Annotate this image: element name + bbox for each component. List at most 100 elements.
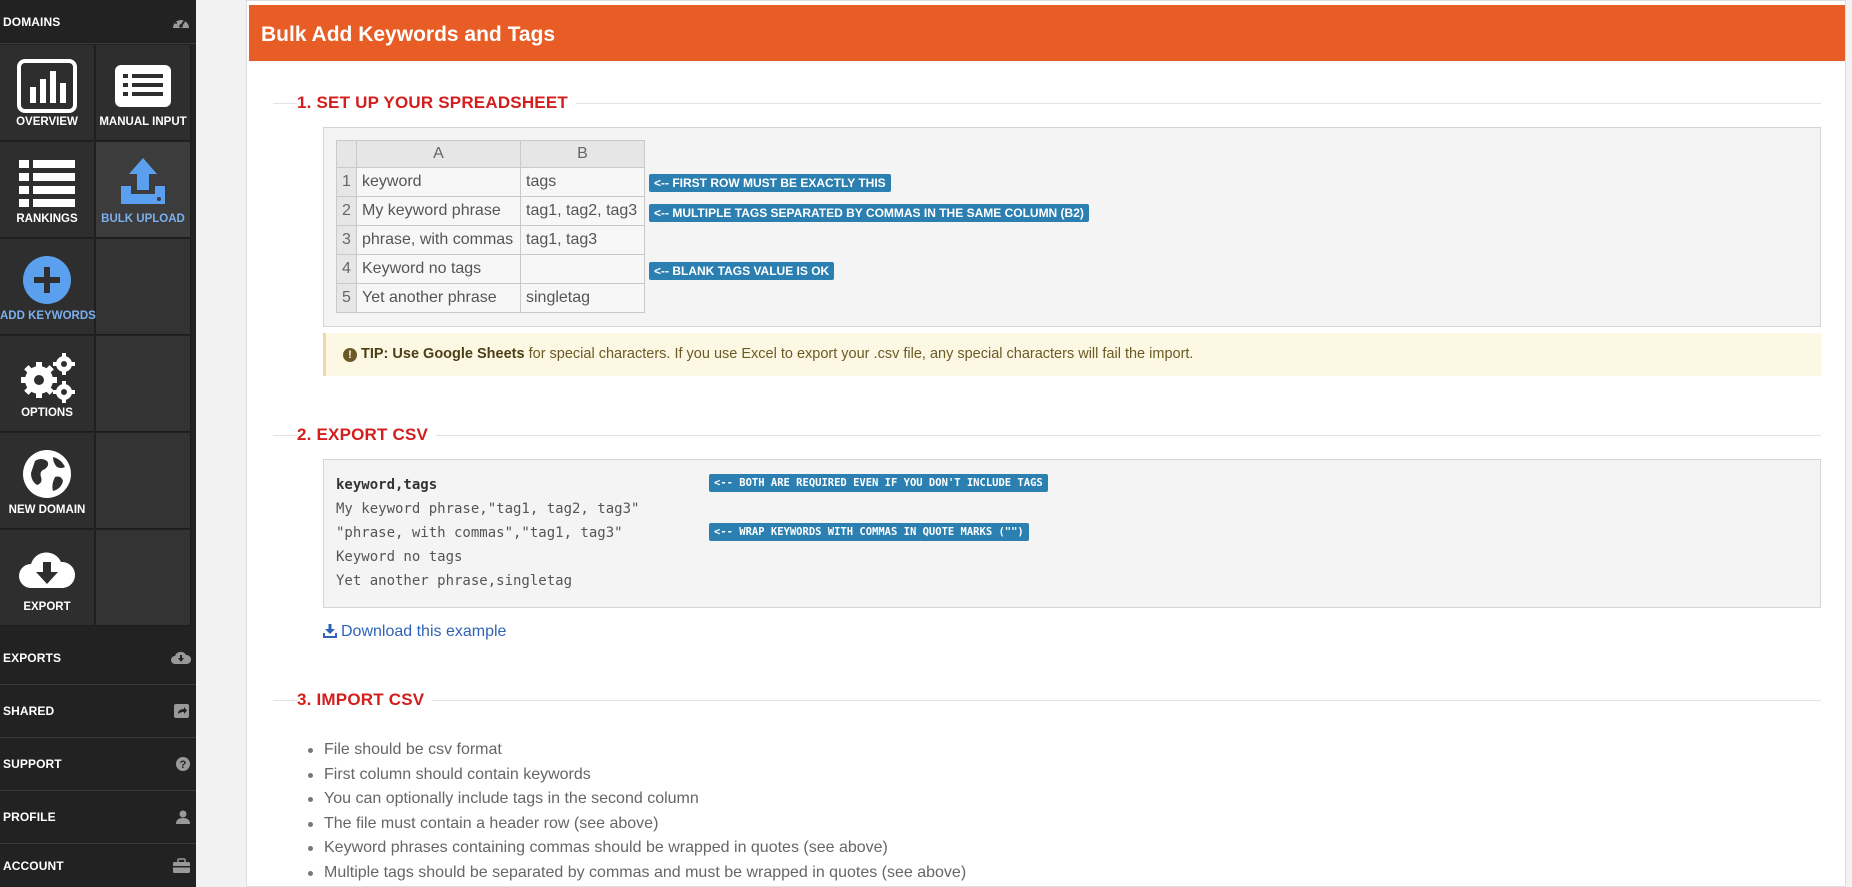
table-row: 3 phrase, with commas tag1, tag3 (336, 225, 645, 255)
tile-bulk-upload[interactable]: BULK UPLOAD (96, 142, 191, 238)
row-number: 1 (336, 167, 357, 197)
cell-keyword: Keyword no tags (356, 254, 521, 284)
row-number: 3 (336, 225, 357, 255)
sidebar-item-profile[interactable]: PROFILE (0, 791, 196, 844)
table-row: 2 My keyword phrase tag1, tag2, tag3 (336, 196, 645, 226)
tile-empty (96, 239, 191, 335)
list-item: First column should contain keywords (307, 763, 966, 788)
cell-keyword: Yet another phrase (356, 283, 521, 313)
panel-header: Bulk Add Keywords and Tags (249, 5, 1845, 61)
table-header-row: A B (336, 140, 645, 168)
sidebar-item-account[interactable]: ACCOUNT (0, 844, 196, 887)
sidebar-item-label: EXPORTS (3, 651, 62, 665)
tile-options[interactable]: OPTIONS (0, 336, 95, 432)
tile-add-keywords[interactable]: ADD KEYWORDS (0, 239, 96, 335)
spreadsheet-example-box: A B 1 keyword tags 2 My keyword phrase t… (323, 127, 1821, 327)
bar-chart-icon (17, 59, 77, 113)
globe-icon (23, 450, 71, 498)
tile-overview[interactable]: OVERVIEW (0, 45, 95, 141)
csv-line: "phrase, with commas","tag1, tag3" (336, 525, 623, 541)
sidebar-item-label: SHARED (3, 704, 55, 718)
upload-icon (121, 158, 165, 204)
tile-label: BULK UPLOAD (101, 213, 185, 225)
note-badge: <-- BOTH ARE REQUIRED EVEN IF YOU DON'T … (709, 474, 1048, 492)
table-row: 5 Yet another phrase singletag (336, 283, 645, 313)
sidebar-item-domains[interactable]: DOMAINS (0, 0, 196, 44)
section-title-spreadsheet: 1. SET UP YOUR SPREADSHEET (273, 93, 1821, 113)
user-icon (176, 810, 190, 824)
tile-label: RANKINGS (16, 213, 78, 225)
cell-keyword: My keyword phrase (356, 196, 521, 226)
tile-export[interactable]: EXPORT (0, 530, 95, 626)
list-item: File should be csv format (307, 738, 966, 763)
cell-tags: tag1, tag2, tag3 (520, 196, 645, 226)
briefcase-icon (173, 857, 190, 873)
csv-line: Yet another phrase,singletag (336, 573, 573, 589)
sidebar-item-support[interactable]: SUPPORT ? (0, 738, 196, 791)
plus-circle-icon (23, 256, 71, 304)
import-requirements-list: File should be csv format First column s… (307, 738, 966, 885)
cell-keyword: phrase, with commas (356, 225, 521, 255)
section-title-import: 3. IMPORT CSV (273, 690, 1821, 710)
sidebar-item-label: DOMAINS (3, 14, 61, 29)
row-number: 2 (336, 196, 357, 226)
bulk-add-panel: Bulk Add Keywords and Tags 1. SET UP YOU… (246, 0, 1846, 887)
tile-empty (96, 336, 191, 432)
cloud-download-icon (19, 552, 76, 588)
csv-example-block: keyword,tags My keyword phrase,"tag1, ta… (323, 459, 1821, 608)
column-header: B (520, 140, 645, 168)
list-form-icon (115, 65, 171, 107)
list-item: Keyword phrases containing commas should… (307, 836, 966, 861)
note-badge: <-- BLANK TAGS VALUE IS OK (649, 262, 835, 280)
list-item: You can optionally include tags in the s… (307, 787, 966, 812)
tip-text: TIP: Use Google Sheets for special chara… (361, 346, 1194, 362)
tile-label: OVERVIEW (16, 116, 78, 128)
tile-label: ADD KEYWORDS (0, 310, 96, 322)
note-badge: <-- FIRST ROW MUST BE EXACTLY THIS (649, 174, 891, 192)
sidebar: DOMAINS OVERVIEW MANUAL INPUT RANKINGS B… (0, 0, 196, 887)
section-title-export: 2. EXPORT CSV (273, 425, 1821, 445)
table-row: 4 Keyword no tags (336, 254, 645, 284)
note-badge: <-- MULTIPLE TAGS SEPARATED BY COMMAS IN… (649, 204, 1089, 222)
column-header: A (356, 140, 521, 168)
list-icon (19, 160, 75, 207)
cell-tags: singletag (520, 283, 645, 313)
page-title: Bulk Add Keywords and Tags (261, 23, 556, 46)
note-badge: <-- WRAP KEYWORDS WITH COMMAS IN QUOTE M… (709, 523, 1029, 541)
tile-new-domain[interactable]: NEW DOMAIN (0, 433, 95, 529)
question-circle-icon: ? (176, 757, 190, 771)
row-number: 5 (336, 283, 357, 313)
svg-text:?: ? (180, 759, 187, 771)
tile-manual-input[interactable]: MANUAL INPUT (96, 45, 191, 141)
spreadsheet-example-table: A B 1 keyword tags 2 My keyword phrase t… (336, 140, 645, 313)
exclamation-circle-icon: ! (343, 348, 357, 362)
tip-alert: ! TIP: Use Google Sheets for special cha… (323, 333, 1821, 376)
sidebar-item-label: ACCOUNT (3, 858, 64, 873)
row-number: 4 (336, 254, 357, 284)
table-row: 1 keyword tags (336, 167, 645, 197)
cell-tags (520, 254, 645, 284)
list-item: The file must contain a header row (see … (307, 812, 966, 837)
download-example-link[interactable]: Download this example (323, 623, 506, 641)
list-item: Multiple tags should be separated by com… (307, 861, 966, 886)
cell-tags: tag1, tag3 (520, 225, 645, 255)
sidebar-item-label: PROFILE (3, 810, 56, 824)
sidebar-item-shared[interactable]: SHARED (0, 685, 196, 738)
sidebar-item-label: SUPPORT (3, 757, 62, 771)
gears-icon (21, 353, 75, 403)
csv-line: Keyword no tags (336, 549, 463, 565)
sidebar-item-exports[interactable]: EXPORTS (0, 632, 196, 685)
download-icon (323, 624, 337, 638)
tile-rankings[interactable]: RANKINGS (0, 142, 95, 238)
tile-label: MANUAL INPUT (99, 116, 187, 128)
tile-label: OPTIONS (21, 407, 73, 419)
share-icon (174, 704, 189, 718)
tile-empty (96, 530, 191, 626)
corner-cell (336, 140, 357, 168)
csv-line: My keyword phrase,"tag1, tag2, tag3" (336, 501, 640, 517)
tile-empty (96, 433, 191, 529)
dashboard-icon (173, 16, 189, 28)
tile-label: NEW DOMAIN (8, 504, 86, 516)
cell-tags: tags (520, 167, 645, 197)
cloud-download-icon (171, 651, 191, 664)
